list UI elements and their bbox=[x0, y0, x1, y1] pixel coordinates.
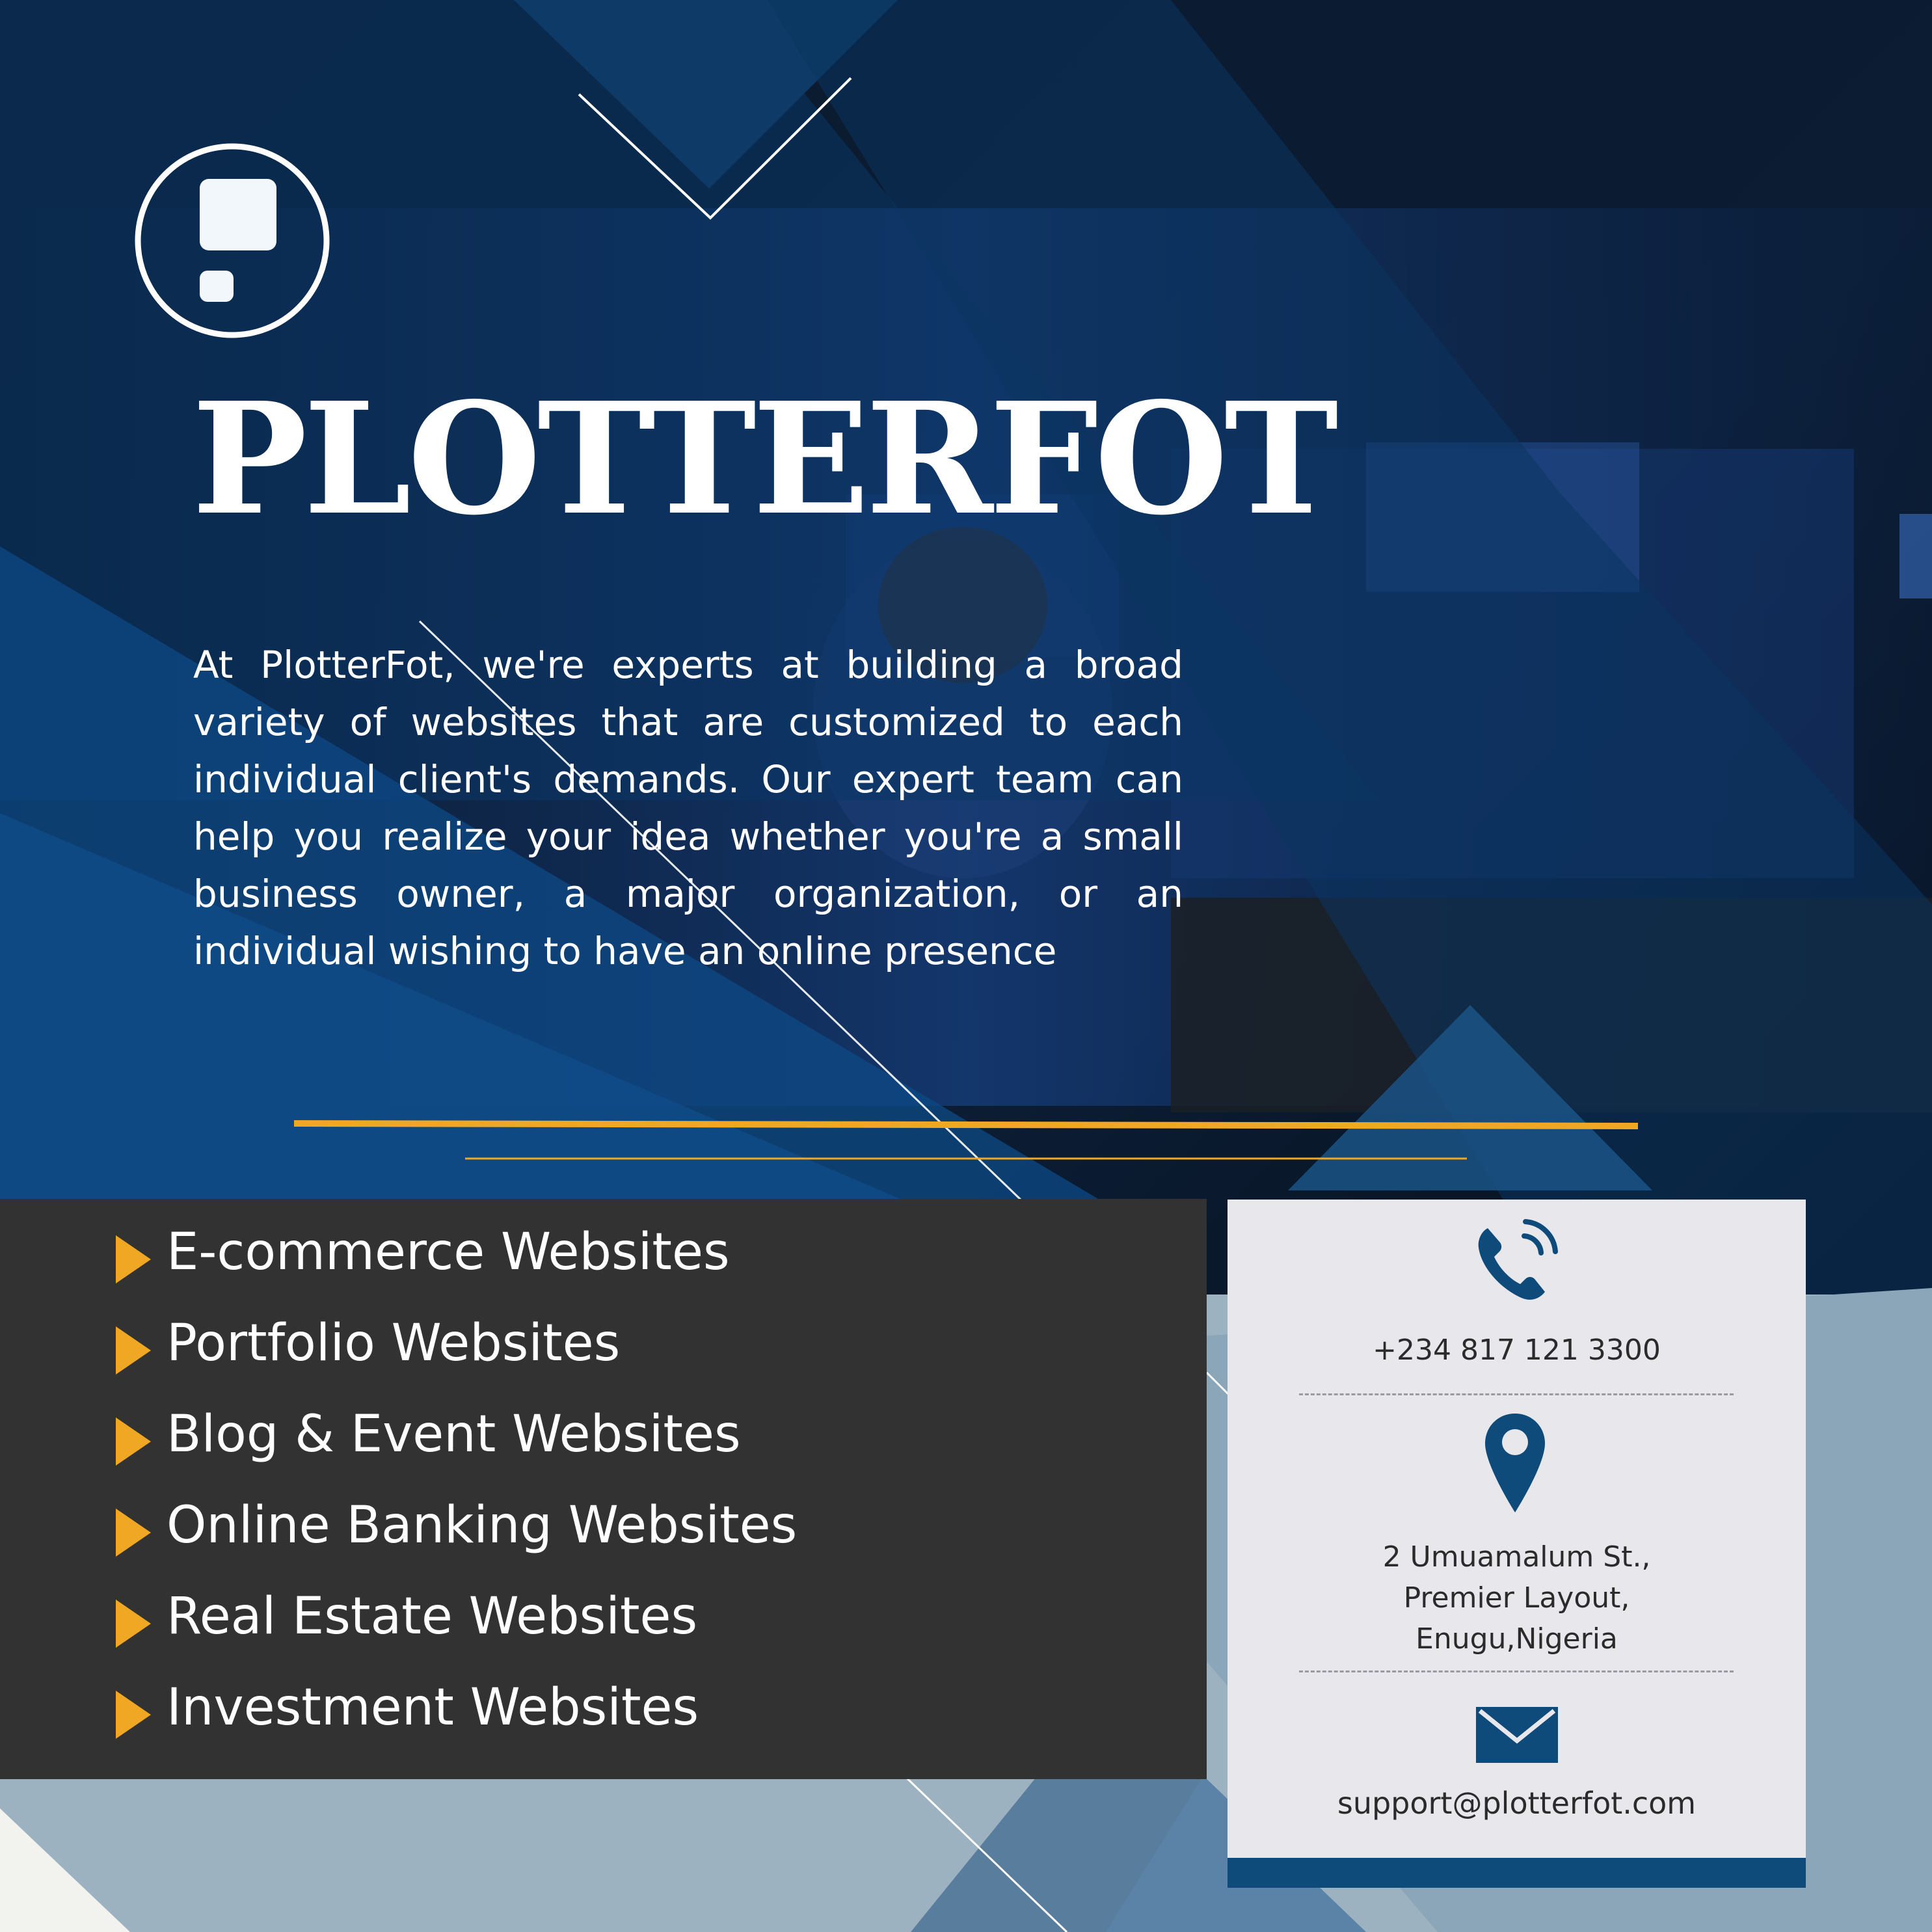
triangle-bullet-icon bbox=[116, 1326, 151, 1375]
poster: PLOTTERFOT At PlotterFot, we're experts … bbox=[0, 0, 1932, 1932]
map-pin-icon bbox=[1485, 1414, 1545, 1512]
service-label: Blog & Event Websites bbox=[167, 1405, 741, 1464]
triangle-bullet-icon bbox=[116, 1691, 151, 1739]
service-label: Investment Websites bbox=[167, 1678, 699, 1737]
envelope-icon bbox=[1476, 1707, 1558, 1763]
services-panel: E-commerce Websites Portfolio Websites B… bbox=[0, 1199, 1207, 1779]
address-line: Premier Layout, bbox=[1403, 1581, 1630, 1615]
logo-icon bbox=[135, 143, 330, 338]
address: 2 Umuamalum St., Premier Layout, Enugu,N… bbox=[1228, 1536, 1806, 1659]
phone-ringing-icon bbox=[1478, 1219, 1558, 1300]
triangle-bullet-icon bbox=[116, 1509, 151, 1557]
intro-paragraph: At PlotterFot, we're experts at building… bbox=[193, 643, 1183, 973]
phone-number[interactable]: +234 817 121 3300 bbox=[1228, 1331, 1806, 1370]
service-label: Online Banking Websites bbox=[167, 1496, 798, 1555]
address-line: Enugu,Nigeria bbox=[1415, 1622, 1618, 1656]
divider bbox=[1299, 1670, 1734, 1672]
brand-title: PLOTTERFOT bbox=[192, 368, 1339, 549]
address-line: 2 Umuamalum St., bbox=[1382, 1540, 1651, 1574]
service-label: Real Estate Websites bbox=[167, 1587, 698, 1646]
contact-card: +234 817 121 3300 2 Umuamalum St., Premi… bbox=[1228, 1200, 1806, 1888]
triangle-bullet-icon bbox=[116, 1235, 151, 1283]
service-label: Portfolio Websites bbox=[167, 1314, 621, 1373]
service-label: E-commerce Websites bbox=[167, 1223, 730, 1281]
triangle-bullet-icon bbox=[116, 1417, 151, 1466]
card-footer-bar bbox=[1228, 1858, 1806, 1888]
email-address[interactable]: support@plotterfot.com bbox=[1228, 1784, 1806, 1823]
triangle-bullet-icon bbox=[116, 1600, 151, 1648]
divider bbox=[1299, 1393, 1734, 1395]
